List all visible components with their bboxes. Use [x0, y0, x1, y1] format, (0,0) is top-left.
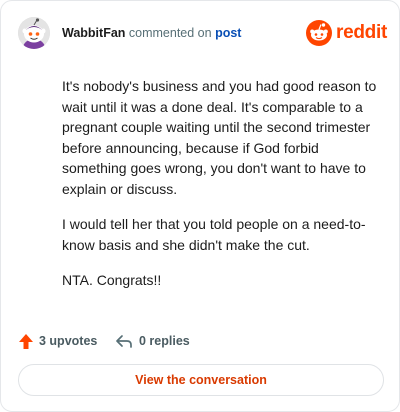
- comment-body: It's nobody's business and you had good …: [62, 76, 378, 306]
- snoo-avatar-icon: [18, 17, 50, 49]
- comment-paragraph: I would tell her that you told people on…: [62, 216, 366, 253]
- reply-count: 0 replies: [139, 334, 190, 348]
- view-conversation-button[interactable]: View the conversation: [18, 364, 384, 396]
- reddit-wordmark: reddit: [336, 22, 387, 43]
- user-avatar[interactable]: [18, 17, 50, 49]
- comment-paragraph: It's nobody's business and you had good …: [62, 78, 377, 197]
- embedded-comment-card: WabbitFan commented on post reddit It's …: [0, 0, 400, 412]
- comment-attribution: WabbitFan commented on post: [62, 26, 241, 40]
- upvote-button[interactable]: 3 upvotes: [18, 331, 97, 351]
- comment-footer: 3 upvotes 0 replies: [18, 331, 384, 351]
- comment-header: WabbitFan commented on post reddit: [18, 17, 387, 51]
- reply-arrow-icon: [116, 335, 132, 348]
- reddit-logo-icon: [306, 20, 332, 46]
- reply-button[interactable]: 0 replies: [115, 331, 190, 351]
- author-name[interactable]: WabbitFan: [62, 26, 125, 40]
- reddit-brand[interactable]: reddit: [306, 20, 387, 48]
- upvote-arrow-icon: [19, 333, 33, 349]
- comment-paragraph: NTA. Congrats!!: [62, 272, 162, 288]
- upvote-count: 3 upvotes: [39, 334, 98, 348]
- attribution-verb: commented on: [128, 26, 212, 40]
- post-link[interactable]: post: [215, 26, 241, 40]
